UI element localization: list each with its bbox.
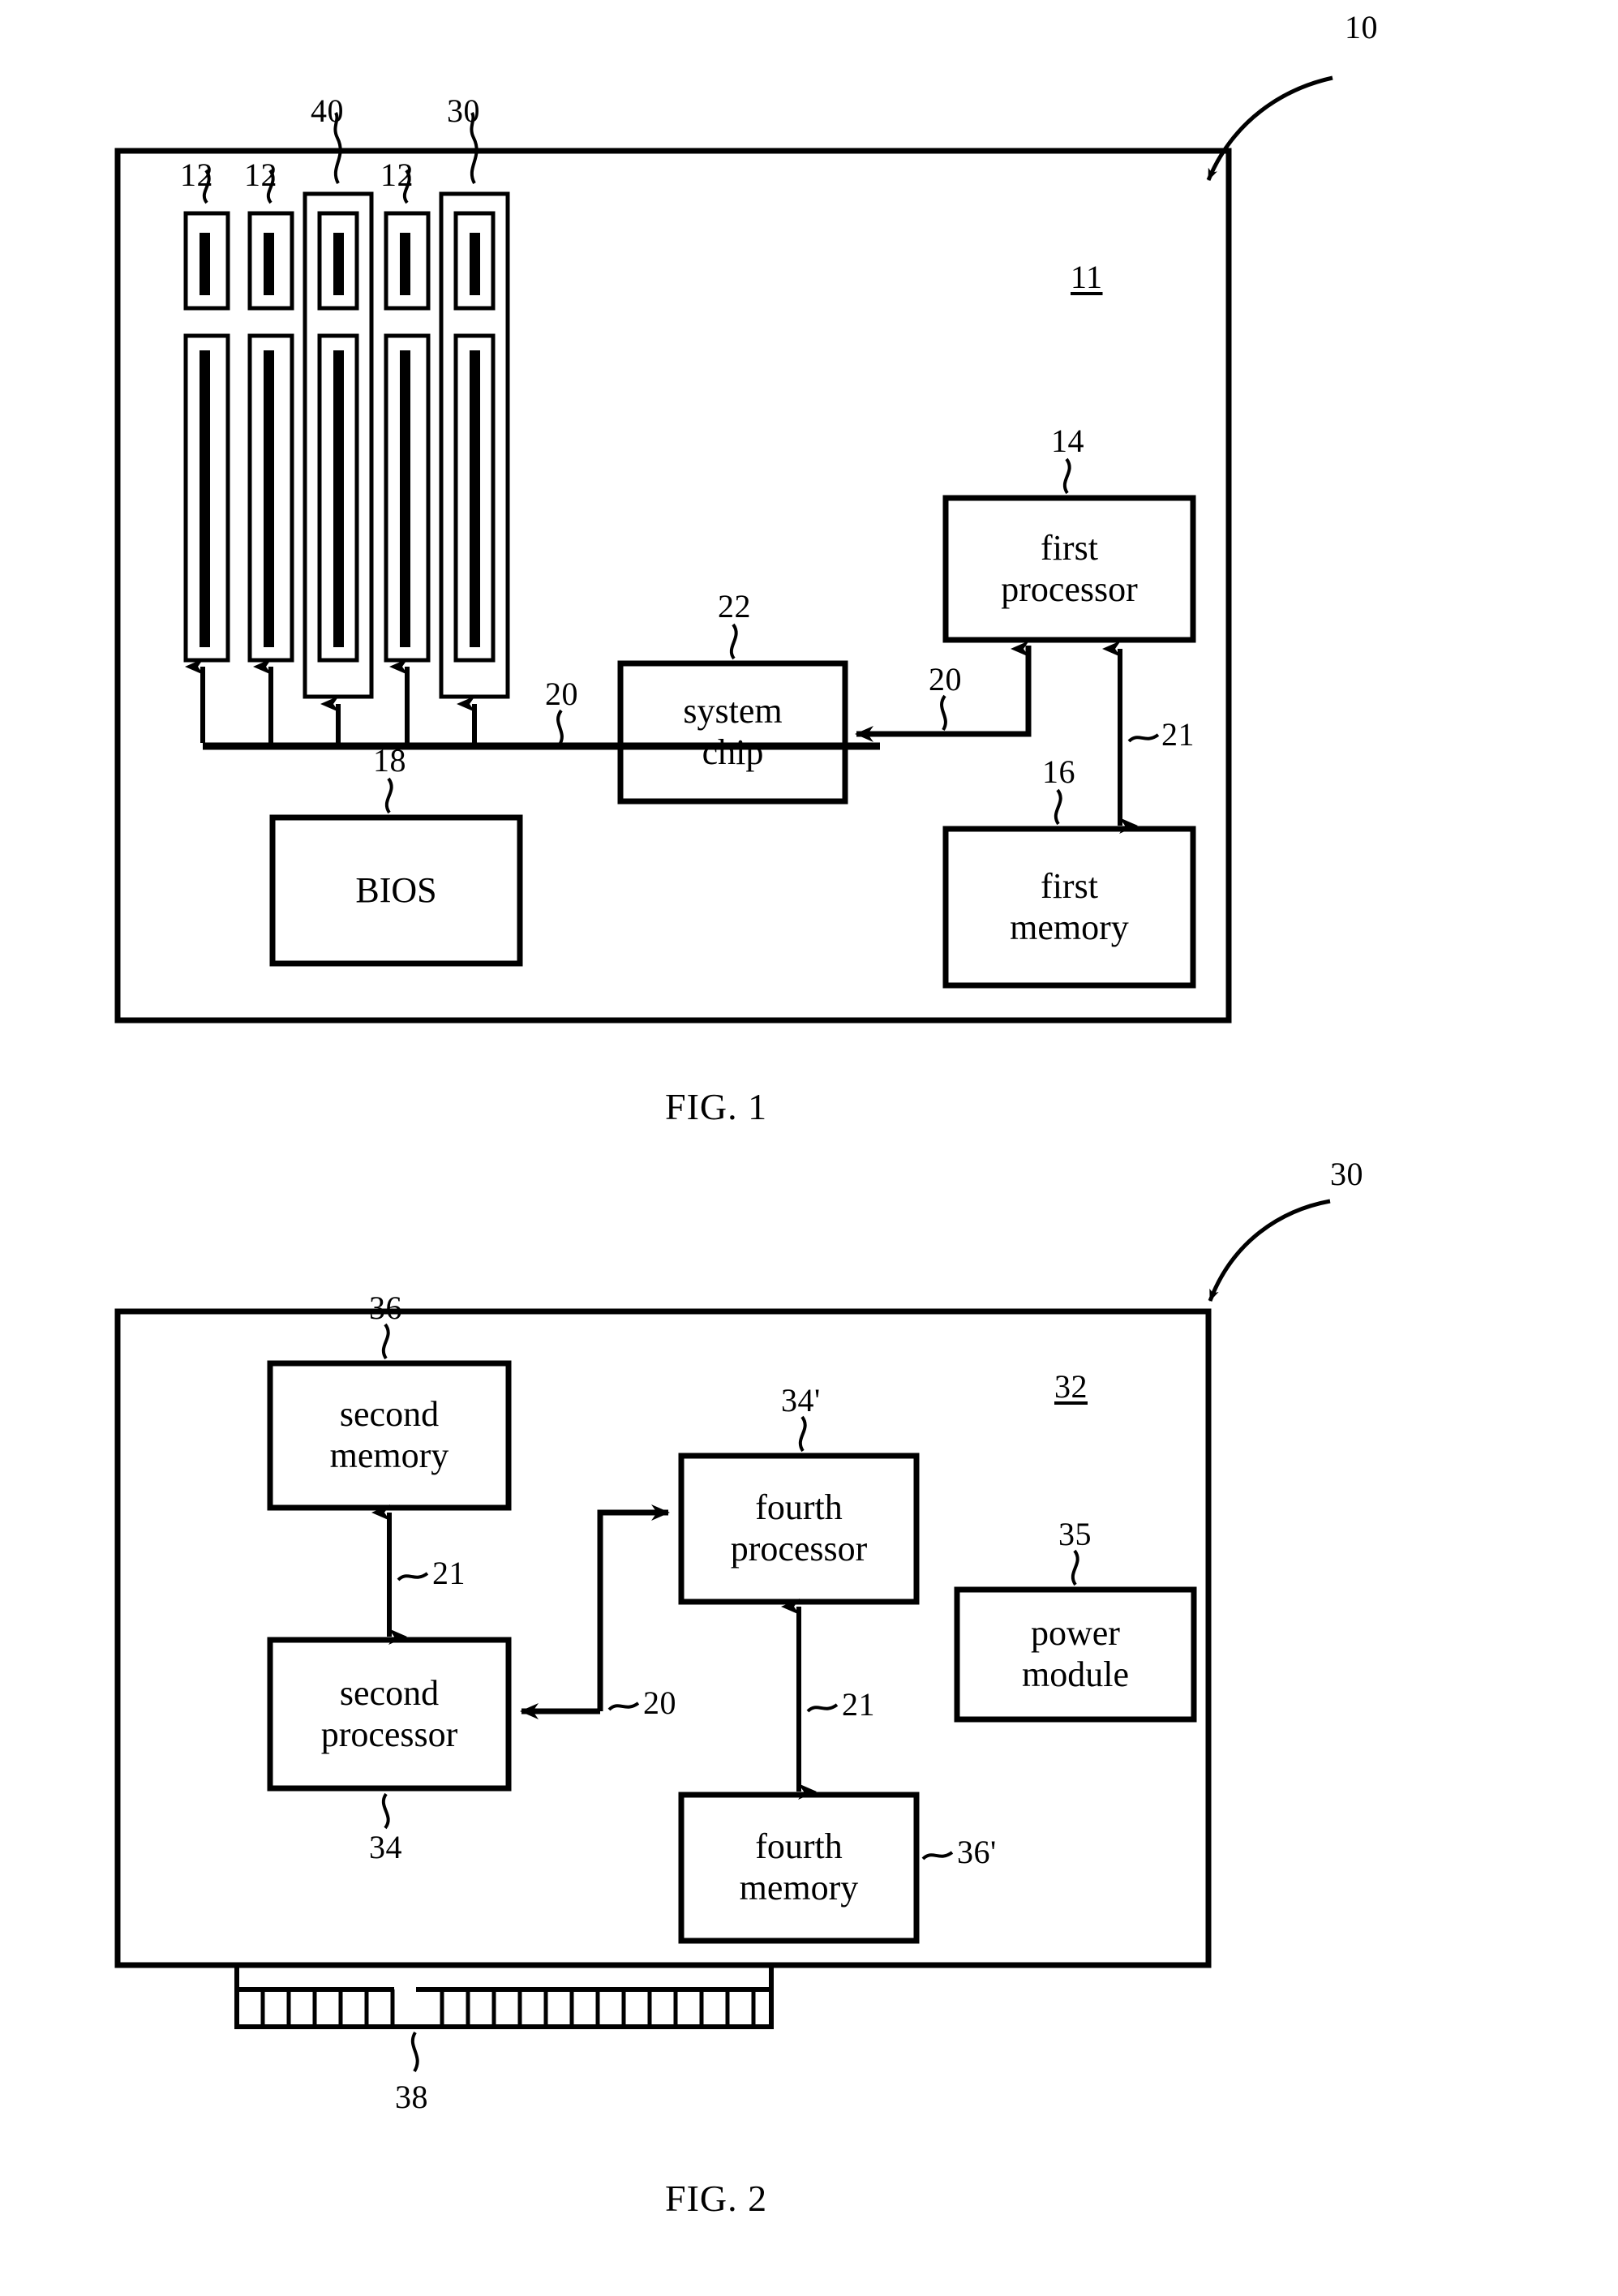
leader-bios-18 [384,777,393,814]
link-bus-to-fourthproc [597,1504,670,1711]
first-memory-box[interactable] [942,826,1196,989]
fig2-caption: FIG. 2 [665,2178,768,2219]
leader-fourth-memory-36p [921,1851,954,1860]
leader-second-memory-36 [381,1323,390,1360]
ref-link-21-fig1: 21 [1161,716,1195,753]
system-chip-box[interactable] [617,660,848,805]
bios-box[interactable] [269,814,523,967]
ref-bus-20-fig2: 20 [643,1684,676,1721]
fourth-processor-box[interactable] [678,1453,920,1605]
first-processor-box[interactable] [942,495,1196,643]
ref-11: 11 [1071,259,1103,295]
ref-bus-20a: 20 [545,676,578,712]
ref-system-chip-22: 22 [718,588,751,624]
slot-1[interactable] [183,211,230,663]
fourth-memory-box[interactable] [678,1792,920,1944]
leader-first-processor-14 [1062,457,1071,495]
ref-first-processor-14: 14 [1051,423,1084,459]
ref-slot-3: 40 [311,92,344,129]
drawing-vector-layer [114,75,1333,2073]
fig1-caption: FIG. 1 [665,1086,768,1127]
ref-power-module-35: 35 [1058,1516,1092,1552]
leader-bus-20-fig2 [607,1702,640,1711]
leader-power-module-35 [1071,1549,1079,1586]
second-processor-box[interactable] [267,1637,512,1792]
gold-finger-connector [234,1963,774,2073]
leader-connector-38 [410,2031,419,2073]
leader-link21-fig2a [397,1572,429,1581]
ref-bios-18: 18 [373,742,406,779]
ref-fourth-processor-34p: 34' [781,1382,821,1418]
power-module-box[interactable] [954,1586,1197,1723]
ref-30-fig2: 30 [1330,1156,1363,1192]
leader-system-chip-22 [729,623,738,660]
ref-bus-20b: 20 [929,661,962,697]
ref-slot-2: 12 [244,157,277,193]
slot-2[interactable] [247,211,294,663]
ref-second-memory-36: 36 [369,1290,402,1326]
slot-5[interactable] [439,191,510,699]
fig1-group [114,75,1333,1024]
ref-connector-38: 38 [395,2079,428,2115]
ref-second-processor-34: 34 [369,1829,402,1865]
lead-arrow-30 [1208,1199,1331,1302]
slot-4[interactable] [384,211,431,663]
ref-link-21-fig2b: 21 [842,1686,875,1723]
ref-slot-4: 12 [380,157,414,193]
leader-link21-fig2b [806,1703,839,1713]
slot-3[interactable] [303,191,374,699]
leader-link-21 [1127,733,1160,743]
motherboard-outline [114,148,1232,1024]
leader-bus-20 [556,709,564,746]
ref-fourth-memory-36p: 36' [957,1834,997,1870]
leader-link-20b [940,694,947,732]
ref-link-21-fig2a: 21 [432,1555,466,1591]
leader-second-processor-34 [381,1792,390,1830]
leader-first-memory-16 [1054,788,1062,826]
ref-slot-1: 12 [180,157,213,193]
ref-10: 10 [1345,9,1378,45]
ref-32: 32 [1054,1368,1088,1405]
ref-first-memory-16: 16 [1042,753,1075,790]
second-memory-box[interactable] [267,1360,512,1511]
patent-drawing-sheet: 10 11 12 12 40 12 30 22 14 16 18 20 20 2… [0,0,1618,2296]
leader-fourth-processor-34p [798,1415,807,1453]
ref-slot-5: 30 [447,92,480,129]
fig2-group [114,1199,1331,2073]
